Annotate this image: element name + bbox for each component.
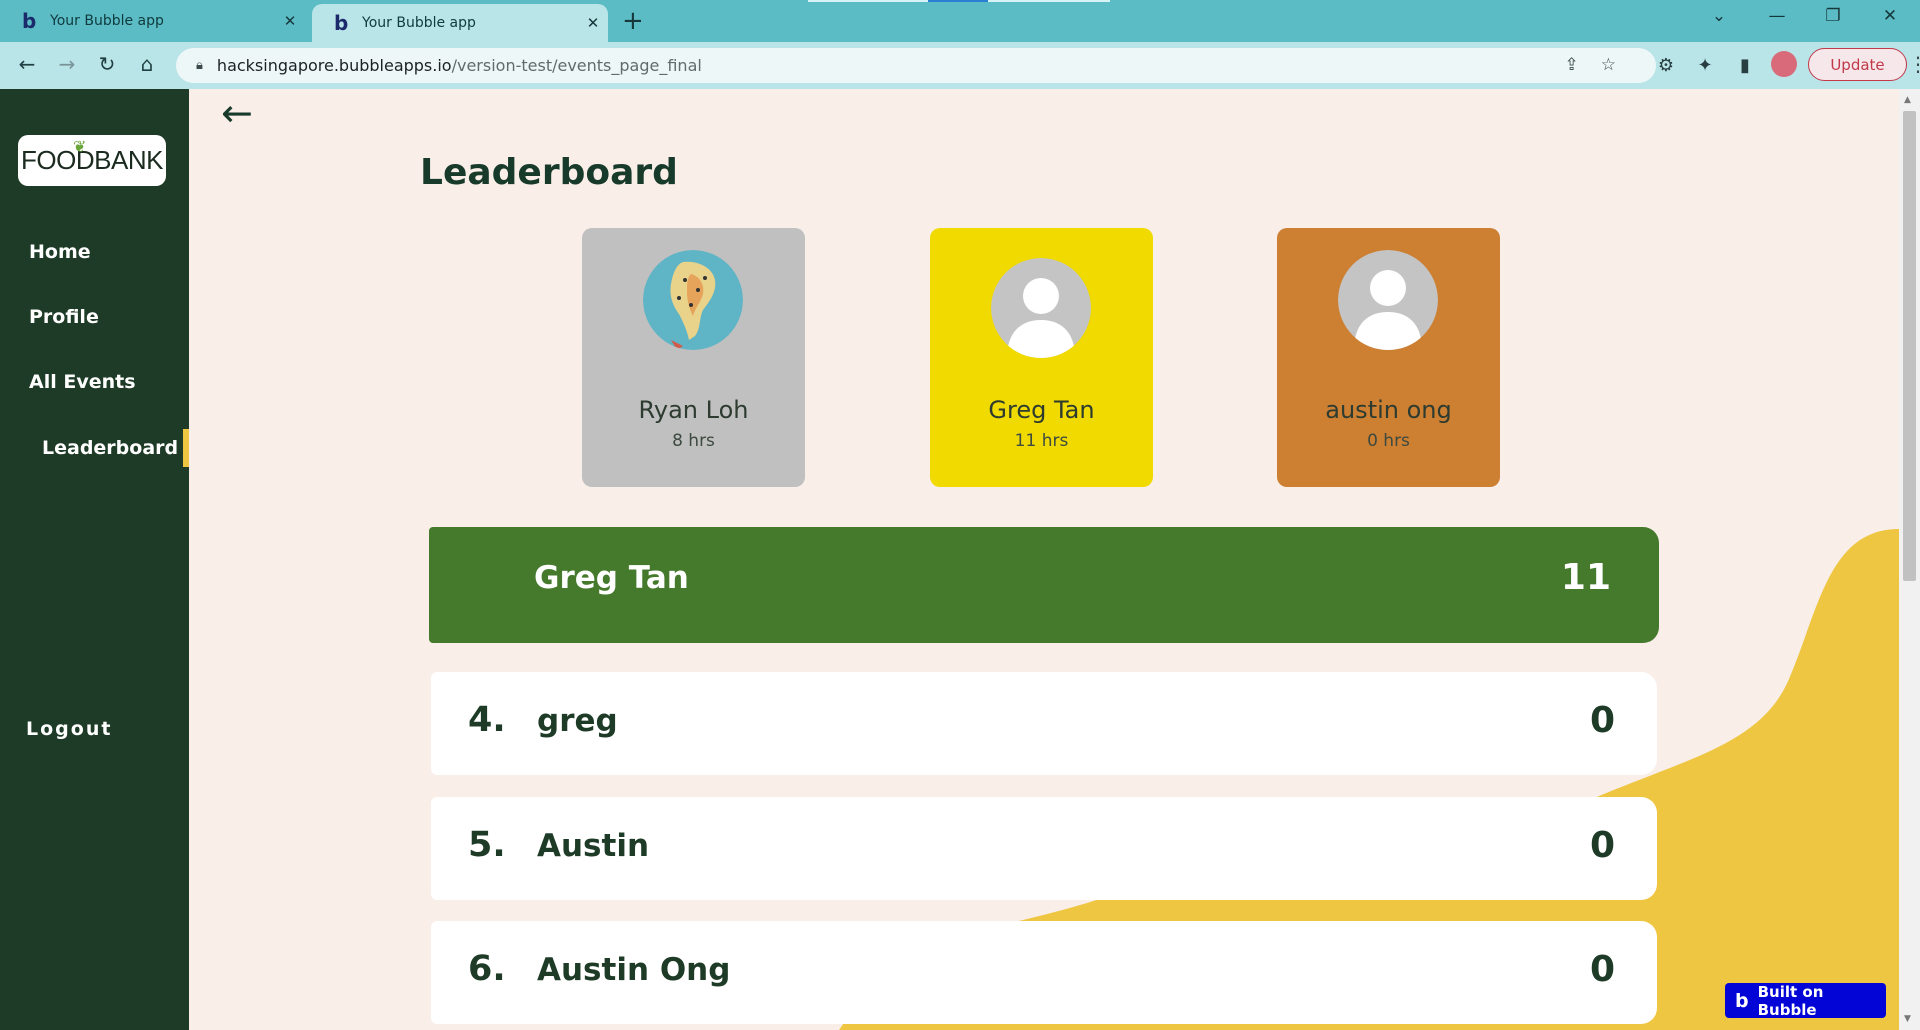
update-button[interactable]: Update <box>1808 48 1907 81</box>
extension-icon[interactable]: ⚙ <box>1651 55 1681 76</box>
main-content: ← Leaderboard Ryan Loh 8 hrs Greg Tan 11… <box>189 89 1899 1030</box>
sidebar-item-home[interactable]: Home <box>29 241 91 263</box>
bubble-favicon-icon: b <box>334 11 349 35</box>
bubble-favicon-icon: b <box>22 9 37 33</box>
back-button[interactable]: ← <box>13 52 41 76</box>
new-tab-button[interactable]: + <box>622 6 644 36</box>
sidebar-item-leaderboard[interactable]: Leaderboard <box>42 437 178 459</box>
tab-strip-highlight-blue <box>928 0 988 2</box>
sidebar-item-profile[interactable]: Profile <box>29 306 99 328</box>
bubble-logo-icon: b <box>1735 989 1749 1012</box>
leaderboard-row[interactable]: 6. Austin Ong 0 <box>431 921 1657 1024</box>
podium-name: Ryan Loh <box>638 396 749 424</box>
tab-strip-highlight-2 <box>988 0 1110 2</box>
tab-title: Your Bubble app <box>50 13 164 29</box>
page-title: Leaderboard <box>420 152 678 193</box>
puzzle-extensions-icon[interactable]: ✦ <box>1690 55 1720 76</box>
podium-card-gold[interactable]: Greg Tan 11 hrs <box>930 228 1153 487</box>
built-on-bubble-badge[interactable]: b Built on Bubble <box>1725 982 1886 1019</box>
row-score: 0 <box>1589 949 1615 990</box>
address-bar[interactable]: 🔒︎ hacksingapore.bubbleapps.io /version-… <box>176 48 1656 83</box>
profile-avatar-icon[interactable] <box>1771 51 1797 77</box>
logout-button[interactable]: Logout <box>26 718 112 740</box>
podium-hours: 0 hrs <box>1367 431 1410 451</box>
tab-close-icon[interactable]: ✕ <box>275 12 305 30</box>
lock-icon: 🔒︎ <box>196 58 203 73</box>
tab-title: Your Bubble app <box>362 15 476 31</box>
sidebar-item-all-events[interactable]: All Events <box>29 371 136 393</box>
scrollbar-thumb[interactable] <box>1903 111 1916 581</box>
badge-label: Built on Bubble <box>1757 982 1824 1019</box>
map-photo-avatar <box>643 250 743 350</box>
row-rank: 6. <box>468 949 506 989</box>
current-user-name: Greg Tan <box>534 560 689 596</box>
browser-tab-bar: b Your Bubble app ✕ b Your Bubble app ✕ … <box>0 0 1920 42</box>
default-user-icon <box>1338 250 1438 350</box>
current-user-score: 11 <box>1560 557 1611 598</box>
row-name: Austin Ong <box>537 952 731 988</box>
url-path: /version-test/events_page_final <box>451 56 702 75</box>
foodbank-logo[interactable]: ❦ FOODBANK <box>18 135 166 186</box>
forward-button[interactable]: → <box>53 52 81 76</box>
side-panel-icon[interactable]: ▮ <box>1730 55 1760 76</box>
row-score: 0 <box>1589 700 1615 741</box>
more-menu-icon[interactable]: ⋮ <box>1908 52 1920 76</box>
row-score: 0 <box>1589 825 1615 866</box>
leaderboard-row[interactable]: 5. Austin 0 <box>431 797 1657 900</box>
tab-strip-highlight <box>808 0 928 2</box>
browser-toolbar: ← → ↻ ⌂ 🔒︎ hacksingapore.bubbleapps.io /… <box>0 42 1920 89</box>
reload-button[interactable]: ↻ <box>93 52 121 76</box>
share-and-bookmark-icons[interactable]: ⇪☆ <box>1565 55 1638 75</box>
scroll-down-icon[interactable]: ▼ <box>1904 1014 1911 1024</box>
url-host: hacksingapore.bubbleapps.io <box>216 56 452 75</box>
podium-name: Greg Tan <box>988 396 1095 424</box>
logo-text: FOODBANK <box>21 145 163 175</box>
default-user-icon <box>991 258 1091 358</box>
leaderboard-row[interactable]: 4. greg 0 <box>431 672 1657 775</box>
podium-hours: 11 hrs <box>1014 431 1069 451</box>
back-arrow-icon[interactable]: ← <box>221 91 253 135</box>
current-user-rank-bar: Greg Tan 11 <box>429 527 1659 643</box>
page-scrollbar[interactable]: ▲ ▼ <box>1899 89 1920 1030</box>
leaf-icon: ❦ <box>73 139 86 156</box>
podium-card-bronze[interactable]: austin ong 0 hrs <box>1277 228 1500 487</box>
podium-hours: 8 hrs <box>672 431 715 451</box>
scroll-up-icon[interactable]: ▲ <box>1904 95 1911 105</box>
podium-card-silver[interactable]: Ryan Loh 8 hrs <box>582 228 805 487</box>
row-name: greg <box>537 703 618 739</box>
tab-close-icon[interactable]: ✕ <box>578 14 608 32</box>
restore-button[interactable]: ❐ <box>1813 6 1853 26</box>
sidebar: ❦ FOODBANK Home Profile All Events Leade… <box>0 89 189 1030</box>
window-close-button[interactable]: ✕ <box>1870 6 1910 26</box>
home-button[interactable]: ⌂ <box>133 52 161 76</box>
minimize-button[interactable]: — <box>1757 6 1797 26</box>
browser-tab-2[interactable]: b Your Bubble app ✕ <box>312 4 608 42</box>
tab-search-icon[interactable]: ⌄ <box>1699 6 1739 26</box>
podium-name: austin ong <box>1325 396 1452 424</box>
row-name: Austin <box>537 828 650 864</box>
row-rank: 4. <box>468 700 506 740</box>
row-rank: 5. <box>468 825 506 865</box>
browser-tab-1[interactable]: b Your Bubble app ✕ <box>0 0 305 42</box>
